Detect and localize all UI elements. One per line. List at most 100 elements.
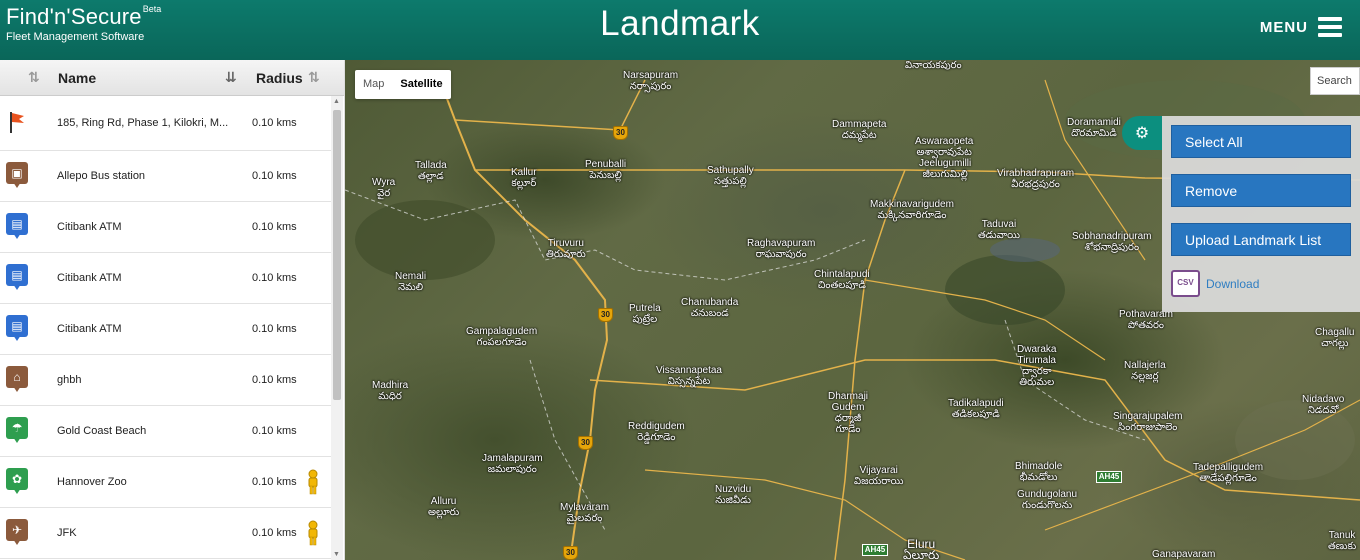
map-label-narsapuram: Narsapuram నర్సాపురం [623, 70, 679, 92]
map-label-gundugolanu: Gundugolanu గుండుగొలను [1017, 489, 1078, 511]
table-row[interactable]: ▤ Citibank ATM 0.10 kms [0, 304, 331, 355]
actions-panel: Select All Remove Upload Landmark List C… [1162, 116, 1360, 312]
map-label-singarajupalem: Singarajupalem సింగరాజుపాలెం [1113, 411, 1183, 433]
pegman-icon[interactable] [306, 520, 320, 546]
landmark-name: Citibank ATM [57, 272, 122, 284]
landmark-name: Citibank ATM [57, 323, 122, 335]
landmark-radius: 0.10 kms [252, 374, 297, 386]
gears-icon: ⚙ [1134, 125, 1150, 142]
map-label-virabhadrapuram: Virabhadrapuram వీరభద్రపురం [997, 168, 1075, 190]
landmark-rows: 185, Ring Rd, Phase 1, Kilokri, M... 0.10… [0, 96, 331, 560]
table-row[interactable]: ☂ Gold Coast Beach 0.10 kms [0, 406, 331, 457]
map-label-chintalapudi: Chintalapudi చింతలపూడి [814, 269, 870, 291]
csv-file-icon: CSV [1171, 270, 1200, 297]
atm-icon: ▤ [6, 213, 28, 241]
airport-icon: ✈ [6, 519, 28, 547]
map-label-jamalapuram: Jamalapuram జమలాపురం [482, 453, 543, 475]
scroll-up-icon[interactable]: ▲ [333, 98, 340, 105]
map-label-sathupally: Sathupally సత్తుపల్లి [707, 165, 754, 187]
map-label-bhimadole: Bhimadole భీమడోలు [1015, 461, 1063, 483]
highway-shield: 30 [578, 436, 593, 450]
map-label-putrela: Putrela పుట్రేల [629, 303, 661, 325]
sort-desc-icon[interactable]: ⇊ [225, 69, 237, 86]
select-all-button[interactable]: Select All [1171, 125, 1351, 158]
map-label-dharmaji-gudem: Dharmaji Gudem ధర్మాజీ గూడెం [828, 391, 869, 435]
road-icon: ⌂ [6, 366, 28, 394]
landmark-list-panel: ⇅ Name ⇊ Radius ⇅ 185, Ring Rd, Phase 1,… [0, 60, 345, 560]
landmark-name: JFK [57, 527, 77, 539]
download-link[interactable]: CSV Download [1171, 270, 1259, 297]
map-label-doramamidi: Doramamidi దొరమామిడి [1067, 117, 1121, 139]
landmark-radius: 0.10 kms [252, 170, 297, 182]
map-label-alluru: Alluru అల్లూరు [428, 496, 460, 518]
map-label-nuzvidu: Nuzvidu నుజివీడు [715, 484, 752, 506]
column-radius[interactable]: Radius [256, 70, 303, 86]
landmark-radius: 0.10 kms [252, 221, 297, 233]
landmark-radius: 0.10 kms [252, 272, 297, 284]
map-label-reddigudem: Reddigudem రెడ్డిగూడెం [628, 421, 685, 443]
map-label-raghavapuram: Raghavapuram రాఘవాపురం [747, 238, 816, 260]
landmark-name: Allepo Bus station [57, 170, 146, 182]
map-label-sobhanadripuram: Sobhanadripuram శోభనాద్రిపురం [1072, 231, 1152, 253]
map-search-input[interactable]: Search [1310, 67, 1360, 95]
landmark-radius: 0.10 kms [252, 117, 297, 129]
list-scrollbar[interactable]: ▲ ▼ [331, 96, 343, 560]
table-row[interactable]: 185, Ring Rd, Phase 1, Kilokri, M... 0.10… [0, 96, 331, 151]
hamburger-icon [1318, 17, 1342, 37]
download-label: Download [1206, 276, 1260, 291]
landmark-name: ghbh [57, 374, 82, 386]
map-label-jeelugumilli: Jeelugumilli జీలుగుమిల్లి [919, 158, 972, 180]
map-label-kallur: Kallur కల్లూర్ [511, 167, 537, 189]
map-label-nidadavole: Nidadavo నిడదవో [1302, 394, 1345, 416]
landmark-name: Hannover Zoo [57, 476, 127, 488]
map-label-mylavaram: Mylavaram మైలవరం [560, 502, 609, 524]
landmark-radius: 0.10 kms [252, 527, 297, 539]
sort-icon[interactable]: ⇅ [28, 69, 40, 86]
page-title: Landmark [600, 4, 760, 43]
landmark-radius: 0.10 kms [252, 425, 297, 437]
map-label-eluru: Eluru ఏలూరు [903, 537, 940, 560]
map-label-tallada: Tallada తల్లాడ [415, 160, 447, 182]
menu-button[interactable]: MENU [1260, 17, 1342, 37]
map-label-nallajerla: Nallajerla నల్లజర్ల [1124, 360, 1166, 382]
bus-icon: ▣ [6, 162, 28, 190]
map-label-madhira: Madhira మధిర [372, 380, 409, 402]
map-label-tiruvuru: Tiruvuru తిరువూరు [546, 238, 586, 260]
pegman-icon[interactable] [306, 469, 320, 495]
map-label-dammapeta: Dammapeta దమ్మపేట [832, 119, 887, 141]
settings-toggle-button[interactable]: ⚙ [1122, 116, 1162, 150]
zoo-icon: ✿ [6, 468, 28, 496]
upload-landmark-list-button[interactable]: Upload Landmark List [1171, 223, 1351, 256]
map-label-makkinavarigudem: Makkinavarigudem మక్కినవారిగూడెం [870, 199, 954, 221]
map-label-vinayakapuram: వినాయకపురం [905, 60, 962, 71]
scrollbar-thumb[interactable] [333, 110, 341, 400]
table-row[interactable]: ⌂ ghbh 0.10 kms [0, 355, 331, 406]
table-row[interactable]: ✈ JFK 0.10 kms [0, 508, 331, 559]
asian-highway-shield: AH45 [1096, 471, 1122, 483]
map-label-tanuku: Tanuk తణుకు [1328, 530, 1357, 552]
flag-icon [6, 109, 28, 137]
map-label-aswaraopeta: Aswaraopeta అశ్వారావుపేట [915, 136, 974, 158]
table-row[interactable]: ▤ Citibank ATM 0.10 kms [0, 253, 331, 304]
remove-button[interactable]: Remove [1171, 174, 1351, 207]
map-label-tadepalligudem: Tadepalligudem తాడేపల్లిగూడెం [1193, 462, 1264, 484]
map-type-satellite-button[interactable]: Satellite [392, 70, 450, 99]
highway-shield: 30 [598, 308, 613, 322]
map-label-gampalagudem: Gampalagudem గంపలగూడెం [466, 326, 538, 348]
map-label-ganapavaram: Ganapavaram [1152, 549, 1216, 560]
map-label-taduvai: Taduvai తడువాయి [978, 219, 1020, 241]
map-type-map-button[interactable]: Map [355, 70, 392, 99]
menu-label: MENU [1259, 18, 1308, 36]
table-row[interactable]: ▣ Allepo Bus station 0.10 kms [0, 151, 331, 202]
map-label-chanubanda: Chanubanda చనుబండ [681, 297, 739, 319]
map-label-tadikalapudi: Tadikalapudi తడికలపూడి [948, 398, 1004, 420]
beach-icon: ☂ [6, 417, 28, 445]
sort-icon[interactable]: ⇅ [308, 69, 320, 86]
map-label-chagallu: Chagallu చాగల్లు [1315, 327, 1355, 349]
table-row[interactable]: ▤ Citibank ATM 0.10 kms [0, 202, 331, 253]
map-label-wyra: Wyra వైర [372, 177, 396, 199]
column-name[interactable]: Name [58, 70, 96, 86]
map-label-nemali: Nemali నెమలి [395, 271, 427, 293]
scroll-down-icon[interactable]: ▼ [333, 551, 340, 558]
table-row[interactable]: ✿ Hannover Zoo 0.10 kms [0, 457, 331, 508]
